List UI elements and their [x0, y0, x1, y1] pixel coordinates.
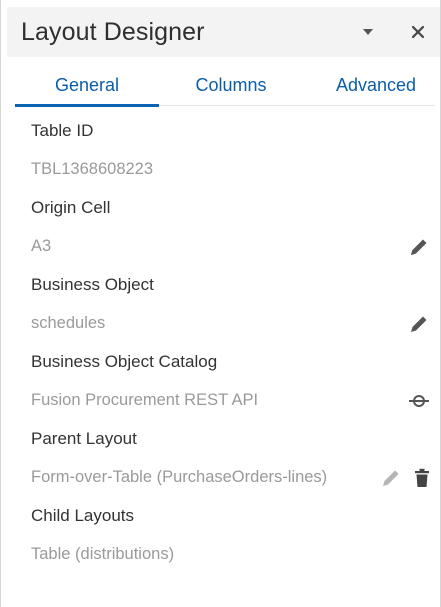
- layout-designer-pane: Layout Designer General Columns Advanced…: [0, 0, 441, 607]
- tab-columns[interactable]: Columns: [173, 70, 289, 106]
- pane-title: Layout Designer: [21, 17, 205, 46]
- origin-cell-value: A3: [15, 228, 434, 267]
- caret-down-icon: [363, 29, 373, 35]
- child-layouts-text: Table (distributions): [31, 545, 175, 564]
- edit-icon: [411, 239, 427, 255]
- business-object-catalog-value: Fusion Procurement REST API: [15, 382, 434, 421]
- pane-options-button[interactable]: [352, 16, 384, 48]
- tab-advanced[interactable]: Advanced: [317, 70, 435, 106]
- business-object-catalog-text: Fusion Procurement REST API: [31, 391, 259, 410]
- business-object-catalog-label: Business Object Catalog: [31, 352, 218, 372]
- edit-icon: [383, 470, 399, 486]
- close-button[interactable]: [402, 16, 434, 48]
- parent-layout-text: Form-over-Table (PurchaseOrders-lines): [31, 468, 328, 487]
- table-id-text: TBL1368608223: [31, 160, 154, 179]
- pane-title-bar: Layout Designer: [7, 7, 440, 57]
- origin-cell-label: Origin Cell: [31, 198, 111, 218]
- business-object-label: Business Object: [31, 275, 154, 295]
- table-id-value: TBL1368608223: [15, 151, 434, 190]
- business-object-value: schedules: [15, 305, 434, 344]
- edit-origin-cell-button[interactable]: [408, 236, 430, 258]
- child-layouts-value: Table (distributions): [15, 536, 434, 575]
- edit-parent-layout-button[interactable]: [380, 467, 402, 489]
- properties-list: Table ID TBL1368608223 Origin Cell A3 Bu…: [15, 112, 434, 574]
- edit-business-object-button[interactable]: [408, 313, 430, 335]
- parent-layout-value: Form-over-Table (PurchaseOrders-lines): [15, 459, 434, 498]
- edit-icon: [411, 316, 427, 332]
- tab-general[interactable]: General: [15, 70, 159, 107]
- child-layouts-label: Child Layouts: [31, 506, 135, 526]
- business-object-text: schedules: [31, 314, 106, 333]
- catalog-connection-button[interactable]: [408, 393, 430, 409]
- parent-layout-label: Parent Layout: [31, 429, 137, 449]
- tab-bar: General Columns Advanced: [15, 70, 435, 107]
- delete-icon: [415, 468, 429, 487]
- delete-parent-layout-button[interactable]: [414, 468, 430, 488]
- table-id-label: Table ID: [31, 121, 94, 141]
- connection-icon: [409, 394, 429, 407]
- origin-cell-text: A3: [31, 237, 52, 256]
- close-icon: [411, 25, 425, 39]
